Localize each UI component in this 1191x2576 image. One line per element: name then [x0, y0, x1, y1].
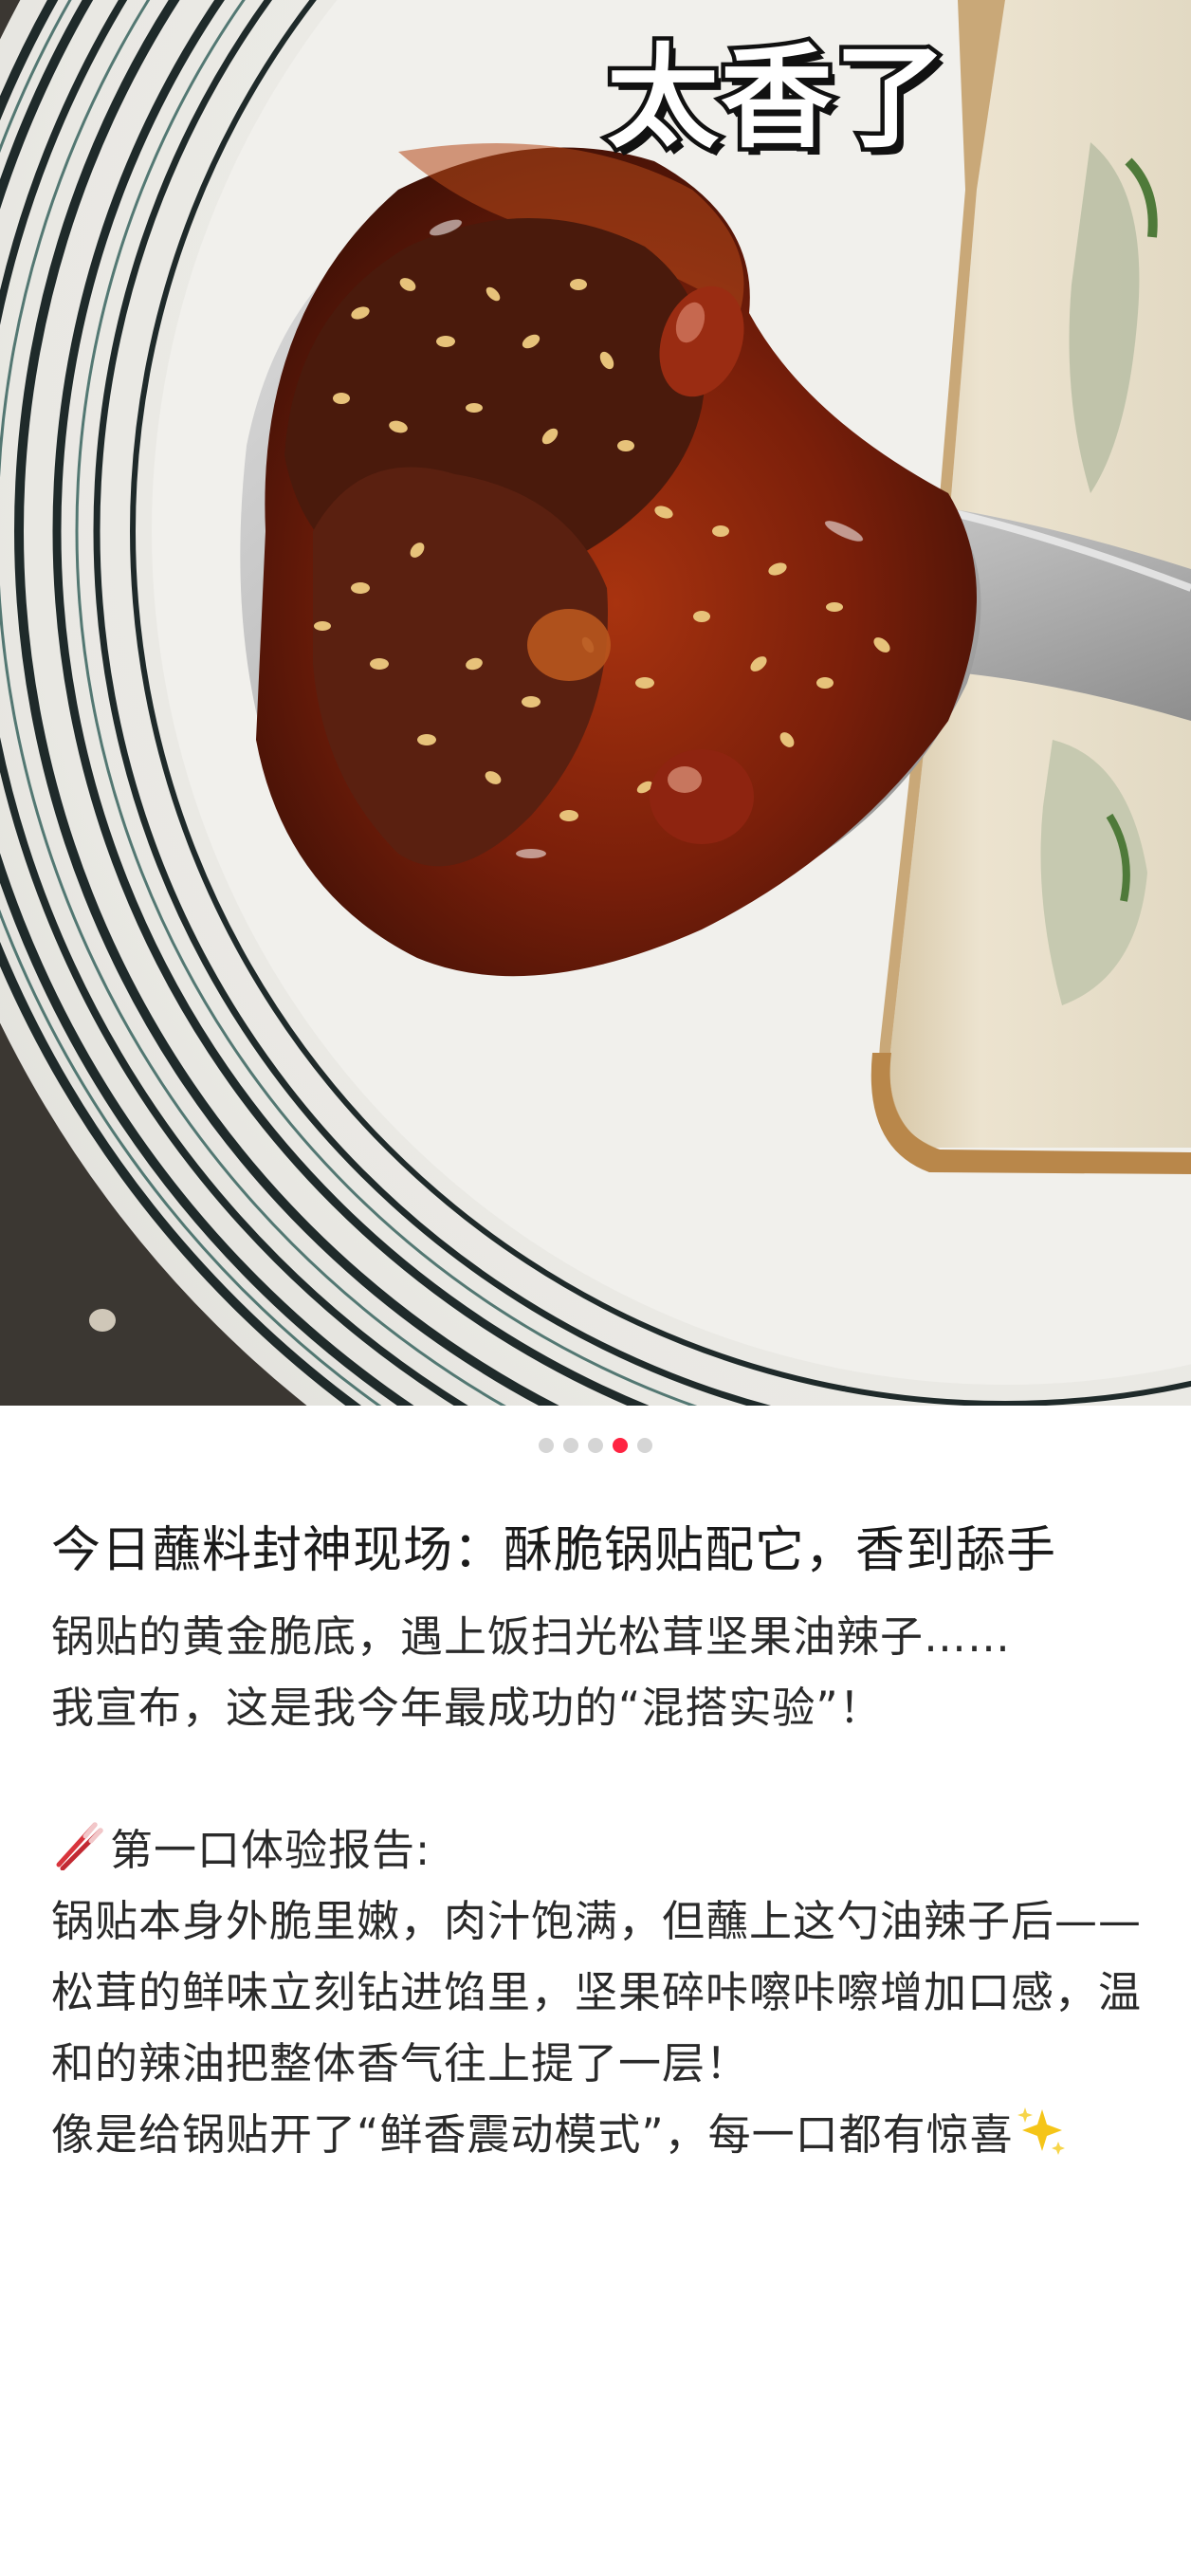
page-dot-3[interactable]	[588, 1438, 603, 1453]
ending-text: 像是给锅贴开了“鲜香震动模式”，每一口都有惊喜	[51, 2109, 1014, 2160]
chopsticks-icon	[56, 1822, 103, 1870]
page-dot-5[interactable]	[637, 1438, 652, 1453]
image-overlay-caption: 太香了	[602, 28, 950, 168]
note-content: 今日蘸料封神现场：酥脆锅贴配它，香到舔手 锅贴的黄金脆底，遇上饭扫光松茸坚果油辣…	[51, 1514, 1142, 2170]
note-title: 今日蘸料封神现场：酥脆锅贴配它，香到舔手	[51, 1522, 1057, 1579]
note-image-carousel[interactable]: 太香了	[0, 0, 1191, 1406]
sparkles-icon	[1017, 2107, 1065, 2155]
note-paragraph-ending: 像是给锅贴开了“鲜香震动模式”，每一口都有惊喜	[51, 2099, 1142, 2170]
note-body: 锅贴的黄金脆底，遇上饭扫光松茸坚果油辣子…… 我宣布，这是我今年最成功的“混搭实…	[51, 1601, 1142, 2170]
page-dot-2[interactable]	[563, 1438, 578, 1453]
section-heading-text: 第一口体验报告:	[110, 1825, 431, 1875]
note-section-heading: 第一口体验报告:	[51, 1814, 1142, 1886]
page-dot-1[interactable]	[539, 1438, 554, 1453]
note-paragraph-announcement: 我宣布，这是我今年最成功的“混搭实验”！	[51, 1683, 883, 1733]
carousel-pagination	[0, 1438, 1191, 1453]
chili-oil-spoon-photo	[0, 0, 1191, 1406]
page-dot-4-active[interactable]	[613, 1438, 628, 1453]
note-paragraph-tasting: 锅贴本身外脆里嫩，肉汁饱满，但蘸上这勺油辣子后——	[51, 1896, 1143, 1946]
note-paragraph-intro: 锅贴的黄金脆底，遇上饭扫光松茸坚果油辣子……	[51, 1611, 1012, 1662]
note-paragraph-flavor: 松茸的鲜味立刻钻进馅里，坚果碎咔嚓咔嚓增加口感，温和的辣油把整体香气往上提了一层…	[51, 1967, 1143, 2088]
